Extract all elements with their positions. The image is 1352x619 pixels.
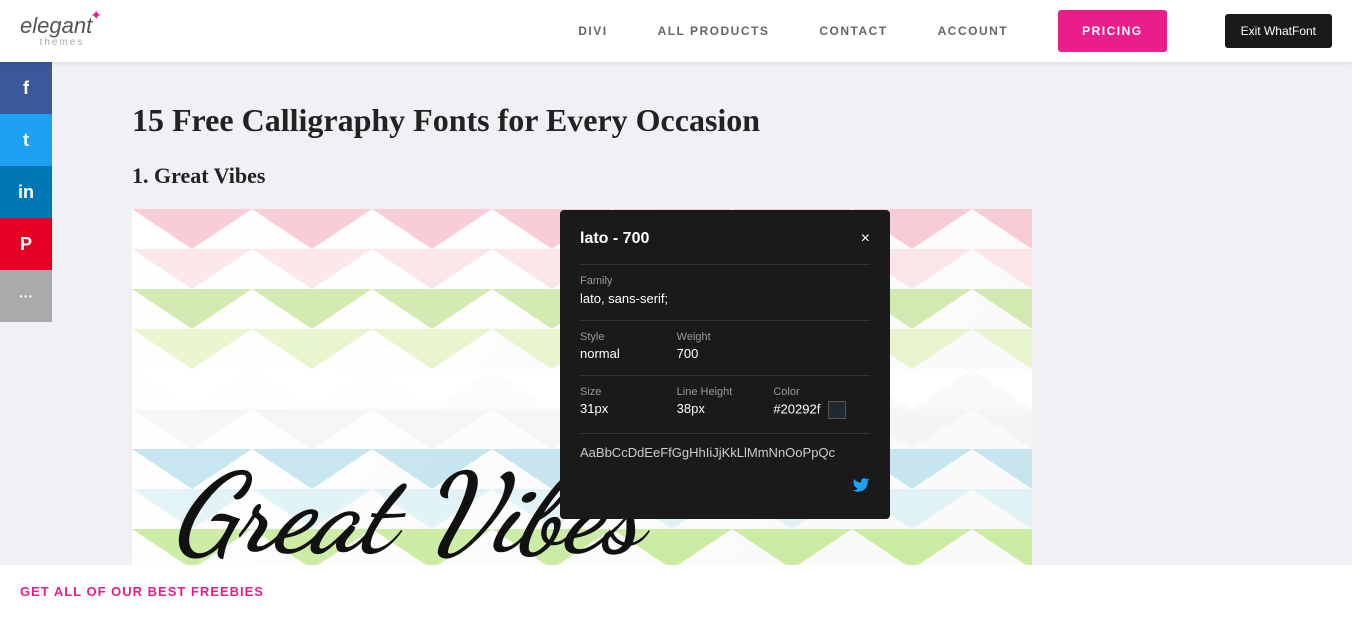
- line-height-value: 38px: [677, 401, 774, 416]
- weight-value: 700: [677, 346, 774, 361]
- bottom-banner[interactable]: GET ALL OF OUR BEST FREEBIES: [0, 565, 1352, 619]
- pricing-button[interactable]: PRICING: [1058, 10, 1167, 52]
- family-value: lato, sans-serif;: [580, 291, 870, 306]
- popup-divider-3: [580, 375, 870, 376]
- size-item: Size 31px: [580, 386, 677, 419]
- nav-item-all-products[interactable]: ALL PRODUCTS: [658, 24, 770, 38]
- style-label: Style: [580, 331, 677, 343]
- weight-label: Weight: [677, 331, 774, 343]
- exit-whatfont-button[interactable]: Exit WhatFont: [1225, 14, 1332, 48]
- line-height-label: Line Height: [677, 386, 774, 398]
- popup-close-button[interactable]: ×: [861, 230, 870, 248]
- whatfont-popup: lato - 700 × Family lato, sans-serif; St…: [560, 210, 890, 519]
- style-value: normal: [580, 346, 677, 361]
- popup-alphabet: AaBbCcDdEeFfGgHhIiJjKkLlMmNnOoPpQc: [580, 444, 870, 462]
- page-title: 15 Free Calligraphy Fonts for Every Occa…: [132, 102, 1352, 139]
- popup-divider-2: [580, 320, 870, 321]
- popup-style-grid: Style normal Weight 700: [580, 331, 870, 361]
- line-height-item: Line Height 38px: [677, 386, 774, 419]
- popup-divider-4: [580, 433, 870, 434]
- size-value: 31px: [580, 401, 677, 416]
- main-content: 15 Free Calligraphy Fonts for Every Occa…: [0, 62, 1352, 579]
- nav-item-divi[interactable]: DIVI: [578, 24, 607, 38]
- size-label: Size: [580, 386, 677, 398]
- style-item: Style normal: [580, 331, 677, 361]
- section-title: 1. Great Vibes: [132, 163, 1352, 189]
- popup-header: lato - 700 ×: [580, 230, 870, 248]
- color-swatch: [828, 401, 846, 419]
- logo-text: elegant: [20, 15, 92, 37]
- twitter-share-icon[interactable]: [852, 476, 870, 499]
- nav-item-account[interactable]: ACCOUNT: [938, 24, 1009, 38]
- logo: elegant ✦ themes: [20, 15, 104, 48]
- article-content: 15 Free Calligraphy Fonts for Every Occa…: [112, 62, 1352, 579]
- nav-item-contact[interactable]: CONTACT: [819, 24, 887, 38]
- color-value: #20292f: [773, 401, 870, 419]
- popup-divider-1: [580, 264, 870, 265]
- popup-metrics-grid: Size 31px Line Height 38px Color #20292f: [580, 386, 870, 419]
- logo-star-icon: ✦: [90, 7, 102, 24]
- header: elegant ✦ themes DIVI ALL PRODUCTS CONTA…: [0, 0, 1352, 62]
- popup-footer: [580, 476, 870, 499]
- weight-item: Weight 700: [677, 331, 774, 361]
- popup-title: lato - 700: [580, 230, 649, 248]
- bottom-banner-text: GET ALL OF OUR BEST FREEBIES: [20, 584, 264, 599]
- logo-subtitle: themes: [40, 37, 85, 48]
- family-label: Family: [580, 275, 870, 287]
- color-label: Color: [773, 386, 870, 398]
- main-nav: DIVI ALL PRODUCTS CONTACT ACCOUNT PRICIN…: [578, 10, 1332, 52]
- color-item: Color #20292f: [773, 386, 870, 419]
